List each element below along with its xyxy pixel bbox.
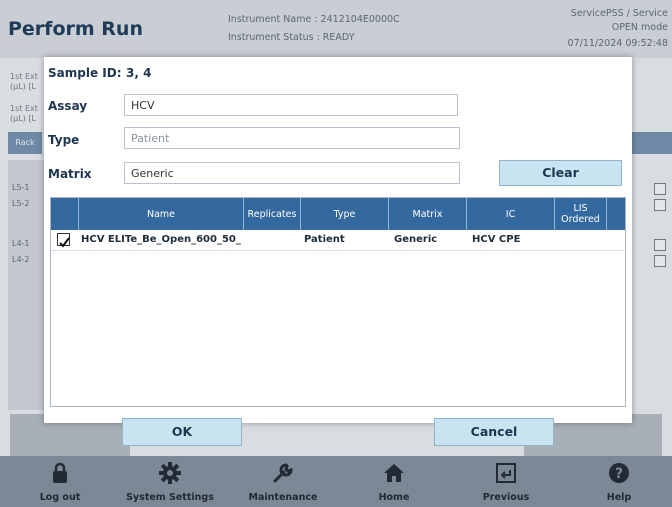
wrench-icon	[272, 462, 294, 488]
column-header-type[interactable]: Type	[301, 198, 389, 230]
mode-info: OPEN mode	[611, 22, 668, 33]
nav-system-settings[interactable]: System Settings	[122, 456, 218, 507]
home-icon	[383, 462, 405, 488]
matrix-field[interactable]: Generic	[124, 162, 460, 184]
bg-checkbox	[654, 183, 666, 195]
instrument-status: Instrument Status : READY	[228, 32, 355, 43]
table-row[interactable]: HCV ELITe_Be_Open_600_50_1 Patient Gener…	[51, 230, 625, 251]
checkmark-icon	[59, 237, 70, 248]
nav-previous[interactable]: Previous	[476, 456, 536, 507]
column-header-lis-ordered[interactable]: LIS Ordered	[555, 198, 607, 230]
nav-help[interactable]: ? Help	[594, 456, 644, 507]
nav-label: Help	[606, 492, 632, 503]
side-text-2: (µL) [L	[10, 82, 36, 91]
bg-checkbox	[654, 255, 666, 267]
type-field[interactable]: Patient	[124, 127, 460, 149]
instrument-name: Instrument Name : 2412104E0000C	[228, 14, 400, 25]
nav-label: Maintenance	[248, 492, 318, 503]
row-label: L4-1	[12, 239, 30, 248]
clear-button[interactable]: Clear	[499, 160, 622, 186]
side-text-1: 1st Ext	[10, 72, 38, 81]
column-header-spacer	[607, 198, 625, 230]
bg-checkbox	[654, 199, 666, 211]
nav-label: System Settings	[126, 492, 214, 503]
row-checkbox[interactable]	[57, 233, 70, 248]
svg-text:?: ?	[615, 466, 623, 482]
bottom-nav: Log out System Settings Maintenance Home…	[0, 456, 672, 507]
page-title: Perform Run	[8, 18, 143, 40]
nav-label: Previous	[482, 492, 530, 503]
nav-log-out[interactable]: Log out	[20, 456, 100, 507]
row-label: L5-2	[12, 199, 30, 208]
header-bar: Perform Run Instrument Name : 2412104E00…	[0, 0, 672, 58]
ok-button[interactable]: OK	[122, 418, 242, 446]
date-time: 07/11/2024 09:52:48	[567, 38, 668, 49]
side-text-3: 1st Ext	[10, 104, 38, 113]
cell-type: Patient	[304, 234, 345, 245]
row-label: L5-1	[12, 183, 30, 192]
rack-header: Rack	[8, 132, 42, 154]
column-header-ic[interactable]: IC	[467, 198, 555, 230]
side-text-4: (µL) [L	[10, 114, 36, 123]
matrix-label: Matrix	[48, 167, 92, 181]
assay-label: Assay	[48, 99, 88, 113]
table-header: Name Replicates Type Matrix IC LIS Order…	[51, 198, 625, 230]
sample-id-value: 3, 4	[126, 66, 152, 80]
column-header-name[interactable]: Name	[79, 198, 244, 230]
column-header-matrix[interactable]: Matrix	[389, 198, 467, 230]
help-icon: ?	[608, 462, 630, 488]
nav-label: Log out	[39, 492, 81, 503]
column-header-replicates[interactable]: Replicates	[244, 198, 301, 230]
cell-ic: HCV CPE	[472, 234, 521, 245]
type-label: Type	[48, 133, 80, 147]
cancel-button[interactable]: Cancel	[434, 418, 554, 446]
nav-home[interactable]: Home	[364, 456, 424, 507]
user-info: ServicePSS / Service	[570, 8, 668, 19]
nav-label: Home	[378, 492, 410, 503]
row-label: L4-2	[12, 255, 30, 264]
cell-name: HCV ELITe_Be_Open_600_50_1	[81, 234, 241, 245]
bg-right-header	[632, 132, 672, 154]
cell-lis-ordered	[558, 230, 606, 250]
gear-icon	[159, 462, 181, 488]
left-panel	[8, 160, 48, 410]
bg-checkbox	[654, 239, 666, 251]
assay-field[interactable]: HCV	[124, 94, 458, 116]
lock-icon	[52, 462, 68, 488]
cell-matrix: Generic	[394, 234, 438, 245]
nav-maintenance[interactable]: Maintenance	[240, 456, 326, 507]
sample-id-label: Sample ID:	[48, 66, 122, 80]
cell-replicates	[247, 230, 299, 250]
sample-dialog: Sample ID: 3, 4 Assay HCV Type Patient M…	[44, 57, 632, 446]
previous-icon	[495, 462, 517, 488]
column-header-select	[51, 198, 79, 230]
assay-table: Name Replicates Type Matrix IC LIS Order…	[50, 197, 626, 407]
